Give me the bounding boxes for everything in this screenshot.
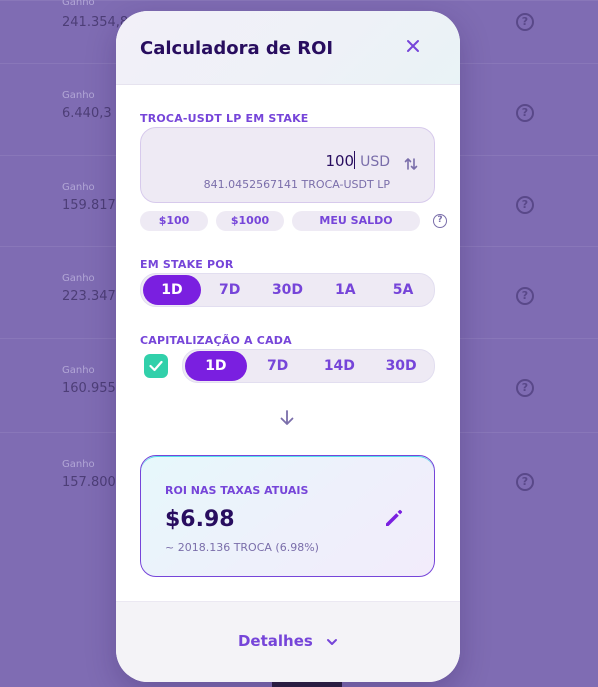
compounding-label: CAPITALIZAÇÃO A CADA [140,334,292,347]
converted-amount: 841.0452567141 TROCA-USDT LP [203,178,390,191]
stake-amount-input[interactable]: 100 USD 841.0452567141 TROCA-USDT LP [140,127,435,203]
stake-label: TROCA-USDT LP EM STAKE [140,112,309,125]
roi-result-card: ROI NAS TAXAS ATUAIS $6.98 ~ 2018.136 TR… [140,455,435,577]
quick-amount-buttons: $100 $1000 MEU SALDO ? [140,211,447,231]
bg-row-value: 157.800 [62,475,116,490]
quick-1000-button[interactable]: $1000 [216,211,284,231]
compounding-option-7d[interactable]: 7D [247,351,309,381]
bg-row-value: 160.955 [62,381,116,396]
quick-100-button[interactable]: $100 [140,211,208,231]
bg-row-value: 6.440,3 [62,106,112,121]
staked-for-option-30d[interactable]: 30D [259,275,317,305]
bg-row-label: Ganho [62,182,95,193]
compounding-selector: 1D 7D 14D 30D [182,349,435,383]
check-icon [149,360,163,372]
compounding-option-14d[interactable]: 14D [309,351,371,381]
bg-help-icon: ? [516,473,534,491]
bg-column-header: Ganho [62,0,95,8]
modal-header: Calculadora de ROI [116,11,460,85]
bg-help-icon: ? [516,379,534,397]
text-caret [354,151,356,169]
close-icon [407,40,419,52]
roi-value: $6.98 [165,507,235,532]
roi-title: ROI NAS TAXAS ATUAIS [165,484,309,497]
compounding-checkbox[interactable] [144,354,168,378]
amount-row: 100 USD [325,148,390,170]
swap-units-button[interactable] [404,156,418,172]
modal-title: Calculadora de ROI [140,38,334,59]
compounding-option-30d[interactable]: 30D [370,351,432,381]
bg-row-value: 159.817, [62,198,120,213]
edit-roi-button[interactable] [384,508,404,528]
compounding-option-1d[interactable]: 1D [185,351,247,381]
close-button[interactable] [406,39,420,53]
staked-for-option-1d[interactable]: 1D [143,275,201,305]
bg-row-label: Ganho [62,90,95,101]
help-icon[interactable]: ? [433,214,447,228]
my-balance-button[interactable]: MEU SALDO [292,211,420,231]
pencil-icon [386,509,403,526]
staked-for-label: EM STAKE POR [140,258,234,271]
bg-row-label: Ganho [62,365,95,376]
staked-for-option-1a[interactable]: 1A [316,275,374,305]
bg-help-icon: ? [516,287,534,305]
bg-row-label: Ganho [62,273,95,284]
bg-help-icon: ? [516,104,534,122]
bg-help-icon: ? [516,13,534,31]
staked-for-option-7d[interactable]: 7D [201,275,259,305]
staked-for-selector: 1D 7D 30D 1A 5A [140,273,435,307]
roi-token-detail: ~ 2018.136 TROCA (6.98%) [165,541,319,554]
bg-help-icon: ? [516,196,534,214]
chevron-down-icon [327,638,338,645]
bg-row-value: 223.347, [62,289,120,304]
arrow-down-icon [279,409,295,427]
details-label: Detalhes [237,632,313,650]
roi-calculator-modal: Calculadora de ROI TROCA-USDT LP EM STAK… [116,11,460,682]
swap-icon [404,158,418,170]
modal-footer: Detalhes [116,601,460,682]
amount-unit: USD [360,154,390,170]
details-toggle[interactable]: Detalhes [116,632,460,650]
amount-value[interactable]: 100 [325,152,354,170]
staked-for-option-5a[interactable]: 5A [374,275,432,305]
bg-row-label: Ganho [62,459,95,470]
